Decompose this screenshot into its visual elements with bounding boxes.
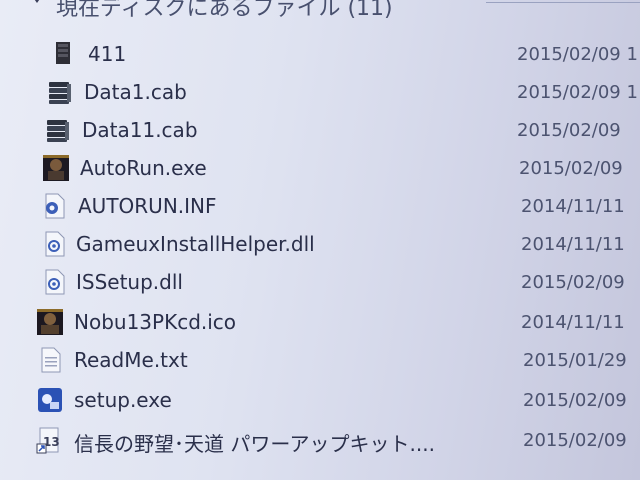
file-date: 2015/02/09 — [517, 120, 621, 141]
file-date: 2014/11/11 — [521, 196, 625, 217]
file-name: setup.exe — [74, 388, 172, 412]
file-row[interactable]: AUTORUN.INF 2014/11/11 — [0, 188, 640, 224]
file-name: GameuxInstallHelper.dll — [76, 232, 315, 256]
file-name: ReadMe.txt — [74, 348, 188, 372]
file-row[interactable]: 13 信長の野望･天道 パワーアップキット.... 2015/02/09 — [0, 422, 640, 458]
file-list: 411 2015/02/09 1 Data1.cab 2015/02/09 1 — [0, 0, 640, 480]
file-name: 信長の野望･天道 パワーアップキット.... — [74, 432, 435, 456]
file-row[interactable]: Data1.cab 2015/02/09 1 — [0, 74, 640, 110]
file-date: 2015/02/09 — [519, 158, 623, 179]
dll-file-icon — [40, 230, 68, 258]
shortcut-icon: 13 — [36, 426, 64, 454]
file-name: Nobu13PKcd.ico — [74, 310, 237, 334]
settings-file-icon — [40, 192, 68, 220]
setup-exe-icon — [36, 386, 64, 414]
file-name: AutoRun.exe — [80, 156, 207, 180]
file-name: AUTORUN.INF — [78, 194, 217, 218]
file-row[interactable]: ISSetup.dll 2015/02/09 — [0, 264, 640, 300]
game-ico-icon — [36, 308, 64, 336]
file-name: Data1.cab — [84, 80, 187, 104]
folder-dark-icon — [50, 40, 78, 68]
cab-archive-icon — [44, 116, 72, 144]
file-date: 2015/02/09 1 — [517, 44, 638, 65]
file-date: 2014/11/11 — [521, 312, 625, 333]
file-row[interactable]: GameuxInstallHelper.dll 2014/11/11 — [0, 226, 640, 262]
cab-archive-icon — [46, 78, 74, 106]
file-row[interactable]: Nobu13PKcd.ico 2014/11/11 — [0, 304, 640, 340]
file-date: 2015/02/09 — [521, 272, 625, 293]
file-name: 411 — [88, 42, 127, 66]
file-date: 2015/02/09 — [523, 430, 627, 451]
file-row[interactable]: 411 2015/02/09 1 — [0, 36, 640, 72]
file-name: Data11.cab — [82, 118, 198, 142]
game-exe-icon — [42, 154, 70, 182]
file-date: 2014/11/11 — [521, 234, 625, 255]
file-row[interactable]: setup.exe 2015/02/09 — [0, 382, 640, 418]
file-date: 2015/02/09 1 — [517, 82, 638, 103]
file-date: 2015/02/09 — [523, 390, 627, 411]
file-date: 2015/01/29 — [523, 350, 627, 371]
file-row[interactable]: AutoRun.exe 2015/02/09 — [0, 150, 640, 186]
text-file-icon — [36, 346, 64, 374]
file-row[interactable]: ReadMe.txt 2015/01/29 — [0, 342, 640, 378]
file-row[interactable]: Data11.cab 2015/02/09 — [0, 112, 640, 148]
file-name: ISSetup.dll — [76, 270, 183, 294]
dll-file-icon — [40, 268, 68, 296]
